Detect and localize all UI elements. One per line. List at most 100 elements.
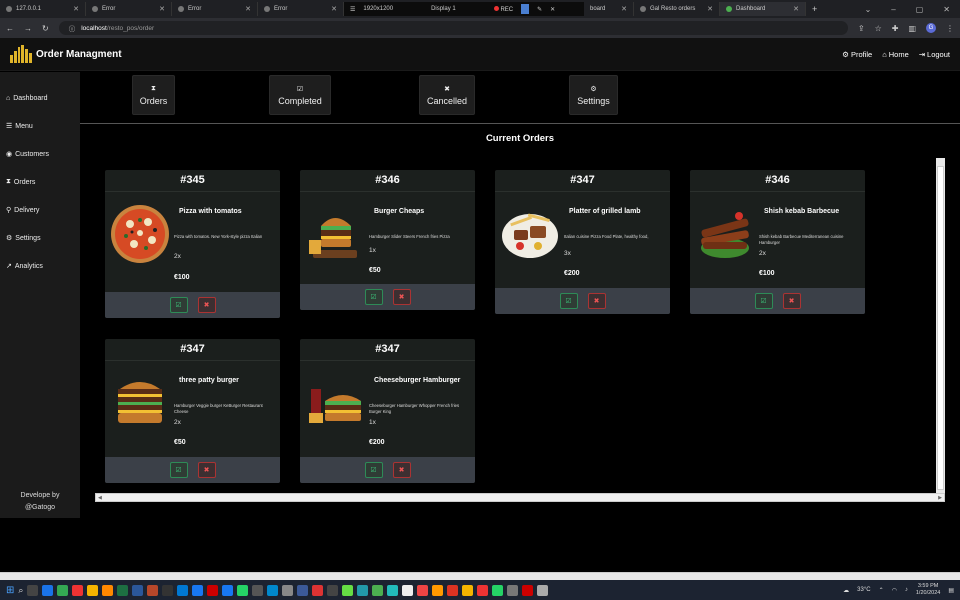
sidebar-item-delivery[interactable]: ⚲ Delivery [0, 196, 80, 224]
url-input[interactable]: ⓘ localhost/resto_pos/order [58, 21, 848, 35]
cancel-order-button[interactable]: ✖ [392, 462, 411, 478]
complete-order-button[interactable]: ☑ [364, 289, 383, 305]
chevron-down-icon[interactable]: ⌄ [865, 5, 872, 14]
complete-order-button[interactable]: ☑ [559, 293, 578, 309]
maximize-icon[interactable]: ▢ [916, 5, 924, 14]
close-icon[interactable]: ✕ [159, 5, 165, 13]
app-icon[interactable] [387, 584, 399, 596]
scroll-right-icon[interactable]: ▶ [938, 495, 942, 501]
profile-link[interactable]: ⚙ Profile [842, 50, 872, 59]
whatsapp-icon[interactable] [237, 584, 249, 596]
browser-tab[interactable]: board ✕ [584, 2, 634, 16]
browser-tab[interactable]: Error ✕ [172, 2, 258, 16]
weather-icon[interactable]: ☁ [843, 587, 849, 594]
complete-order-button[interactable]: ☑ [364, 462, 383, 478]
pen-icon[interactable]: ✎ [537, 6, 542, 13]
volume-icon[interactable]: ♪ [905, 587, 908, 593]
chevron-up-icon[interactable]: ⌃ [879, 587, 884, 594]
cancelled-button[interactable]: ✖ Cancelled [419, 75, 475, 115]
forward-icon[interactable]: → [24, 24, 32, 33]
close-icon[interactable]: ✕ [331, 5, 337, 13]
cancel-order-button[interactable]: ✖ [197, 297, 216, 313]
close-icon[interactable]: ✕ [245, 5, 251, 13]
browser-tab-active[interactable]: Dashboard ✕ [720, 2, 806, 16]
word-icon[interactable] [132, 584, 144, 596]
file-explorer-icon[interactable] [87, 584, 99, 596]
app-icon[interactable] [447, 584, 459, 596]
star-icon[interactable]: ☆ [875, 24, 882, 33]
app-icon[interactable] [282, 584, 294, 596]
excel-icon[interactable] [117, 584, 129, 596]
scroll-left-icon[interactable]: ◀ [98, 495, 102, 501]
sidebar-item-customers[interactable]: ◉ Customers [0, 140, 80, 168]
settings-button[interactable]: ⚙ Settings [569, 75, 618, 115]
app-icon[interactable] [252, 584, 264, 596]
orders-button[interactable]: ⧗ Orders [132, 75, 175, 115]
logout-link[interactable]: ⇥ Logout [919, 50, 950, 59]
app-icon[interactable] [357, 584, 369, 596]
avatar[interactable]: G [926, 23, 936, 33]
sidebar-item-analytics[interactable]: ↗ Analytics [0, 252, 80, 280]
terminal-icon[interactable] [162, 584, 174, 596]
complete-order-button[interactable]: ☑ [169, 297, 188, 313]
powerpoint-icon[interactable] [147, 584, 159, 596]
chrome-icon[interactable] [57, 584, 69, 596]
taskbar-clock[interactable]: 3:59 PM 1/20/2024 [916, 583, 940, 597]
close-icon[interactable]: ✕ [621, 5, 627, 13]
weather-temp[interactable]: 33°C [857, 587, 870, 593]
whatsapp-icon[interactable] [492, 584, 504, 596]
scrollbar-thumb[interactable] [937, 166, 944, 490]
gmail-icon[interactable] [417, 584, 429, 596]
close-icon[interactable]: ✕ [550, 6, 555, 13]
browser-tab[interactable]: Error ✕ [258, 2, 344, 16]
acrobat-icon[interactable] [477, 584, 489, 596]
cancel-order-button[interactable]: ✖ [782, 293, 801, 309]
home-link[interactable]: ⌂ Home [882, 50, 909, 59]
page-horizontal-scrollbar[interactable] [0, 572, 960, 580]
cancel-order-button[interactable]: ✖ [392, 289, 411, 305]
app-icon[interactable] [207, 584, 219, 596]
close-icon[interactable]: ✕ [73, 5, 79, 13]
complete-order-button[interactable]: ☑ [754, 293, 773, 309]
sidebar-icon[interactable]: ▥ [908, 24, 916, 33]
wifi-icon[interactable]: ◠ [892, 587, 897, 594]
new-tab-button[interactable]: + [806, 4, 823, 14]
app-icon[interactable] [372, 584, 384, 596]
browser-tab[interactable]: Gal Resto orders ✕ [634, 2, 720, 16]
complete-order-button[interactable]: ☑ [169, 462, 188, 478]
sidebar-item-dashboard[interactable]: ⌂ Dashboard [0, 84, 80, 112]
completed-button[interactable]: ☑ Completed [269, 75, 331, 115]
info-icon[interactable]: ⓘ [69, 23, 76, 33]
notification-icon[interactable]: ▤ [948, 587, 954, 594]
reload-icon[interactable]: ↻ [42, 24, 49, 33]
more-icon[interactable]: ⋮ [946, 24, 954, 33]
app-icon[interactable] [402, 584, 414, 596]
vscode-icon[interactable] [177, 584, 189, 596]
back-icon[interactable]: ← [6, 24, 14, 33]
app-icon[interactable] [432, 584, 444, 596]
close-icon[interactable]: ✕ [943, 5, 950, 14]
horizontal-scrollbar[interactable]: ◀ ▶ [95, 493, 945, 502]
menu-icon[interactable]: ☰ [350, 6, 355, 13]
app-icon[interactable] [522, 584, 534, 596]
browser-tab[interactable]: 127.0.0.1 ✕ [0, 2, 86, 16]
edge-icon[interactable] [42, 584, 54, 596]
sidebar-item-orders[interactable]: ⧗ Orders [0, 168, 80, 196]
app-icon[interactable] [312, 584, 324, 596]
opera-icon[interactable] [72, 584, 84, 596]
app-icon[interactable] [507, 584, 519, 596]
telegram-icon[interactable] [267, 584, 279, 596]
stop-icon[interactable] [521, 4, 530, 14]
sidebar-item-menu[interactable]: ☰ Menu [0, 112, 80, 140]
extensions-icon[interactable]: ✚ [892, 24, 899, 33]
app-icon[interactable] [327, 584, 339, 596]
app-icon[interactable] [462, 584, 474, 596]
vlc-icon[interactable] [102, 584, 114, 596]
share-icon[interactable]: ⇪ [858, 24, 865, 33]
facebook-icon[interactable] [222, 584, 234, 596]
sidebar-item-settings[interactable]: ⚙ Settings [0, 224, 80, 252]
app-icon[interactable] [537, 584, 549, 596]
close-icon[interactable]: ✕ [793, 5, 799, 13]
cancel-order-button[interactable]: ✖ [587, 293, 606, 309]
task-view-icon[interactable] [27, 584, 39, 596]
